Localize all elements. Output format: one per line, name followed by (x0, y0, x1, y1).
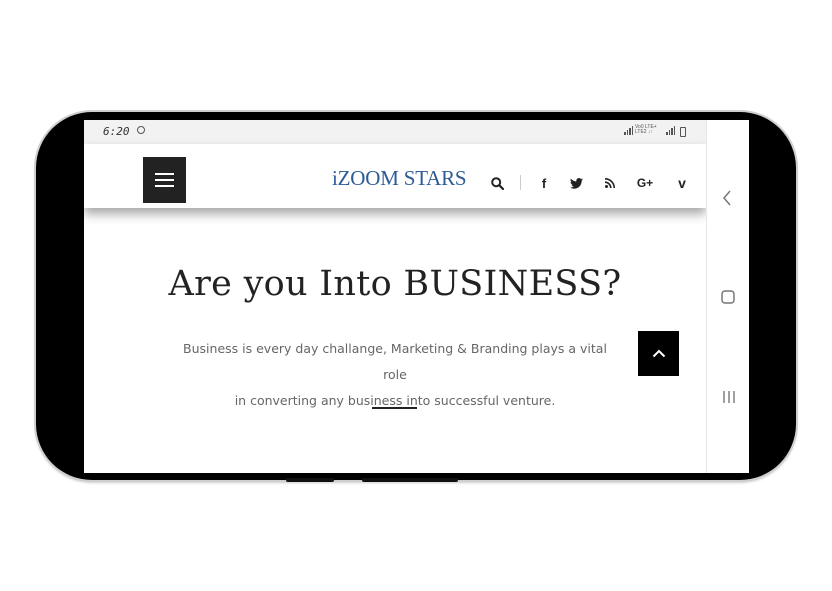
network-label-bottom: LTE2 ↓↑ (635, 129, 653, 135)
twitter-icon[interactable] (569, 174, 583, 192)
google-plus-icon[interactable]: G+ (636, 174, 654, 192)
phone-screen: 6:20 Vo0 LTE+ LTE2 ↓↑ iZOOM STARS f G+ v… (84, 120, 749, 473)
scroll-to-top-button[interactable] (638, 331, 679, 376)
notification-icon (137, 126, 145, 134)
battery-icon (680, 127, 686, 137)
site-logo[interactable]: iZOOM STARS (332, 166, 467, 191)
search-icon[interactable] (490, 174, 504, 192)
status-bar: 6:20 Vo0 LTE+ LTE2 ↓↑ (84, 120, 706, 144)
status-time: 6:20 (103, 125, 130, 138)
header-divider (520, 175, 521, 190)
hamburger-icon (155, 179, 174, 181)
chevron-up-icon (652, 349, 665, 358)
home-icon[interactable] (721, 290, 735, 309)
network-indicator: Vo0 LTE+ LTE2 ↓↑ (635, 125, 657, 135)
rss-icon[interactable] (604, 174, 616, 192)
hero-description-line: Business is every day challange, Marketi… (183, 341, 607, 382)
phone-side-button (286, 478, 334, 482)
site-header: iZOOM STARS f G+ v (84, 144, 706, 208)
navigation-bar (706, 120, 749, 473)
hero-title: Are you Into BUSINESS? (168, 264, 622, 304)
back-icon[interactable] (722, 190, 732, 211)
recents-icon[interactable] (722, 390, 736, 409)
signal-icon (624, 126, 633, 135)
menu-button[interactable] (143, 157, 186, 203)
facebook-icon[interactable]: f (539, 174, 549, 192)
hamburger-icon (155, 173, 174, 175)
hero-divider (372, 407, 417, 409)
hamburger-icon (155, 185, 174, 187)
hero-description: Business is every day challange, Marketi… (180, 336, 610, 414)
hero-description-line: in converting any business into successf… (234, 393, 556, 408)
phone-side-button (362, 478, 458, 482)
signal-icon-2 (666, 126, 675, 135)
vimeo-icon[interactable]: v (676, 174, 688, 192)
